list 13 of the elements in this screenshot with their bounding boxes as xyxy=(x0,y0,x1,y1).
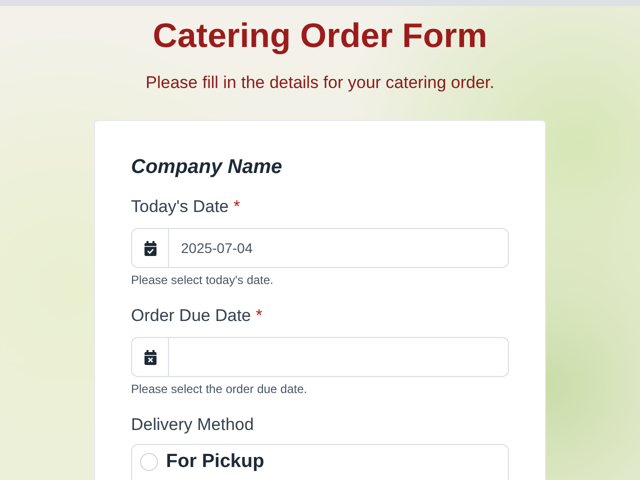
field-label: Today's Date * xyxy=(131,196,242,218)
section-heading: Company Name xyxy=(131,155,284,179)
date-field[interactable]: 2025-07-04 xyxy=(131,228,509,268)
field-hint: Please select the order due date. xyxy=(131,381,308,397)
page-subtitle: Please fill in the details for your catering order. xyxy=(146,73,494,93)
page-title: Catering Order Form xyxy=(152,16,488,56)
field-value: 2025-07-04 xyxy=(181,240,253,256)
field-label: Delivery Method xyxy=(131,414,255,436)
date-field[interactable] xyxy=(131,337,509,377)
field-hint: Please select today's date. xyxy=(131,272,274,288)
radio-option[interactable]: For Pickup xyxy=(131,444,509,480)
field-label: Order Due Date * xyxy=(131,305,264,327)
radio-button[interactable] xyxy=(140,453,158,471)
